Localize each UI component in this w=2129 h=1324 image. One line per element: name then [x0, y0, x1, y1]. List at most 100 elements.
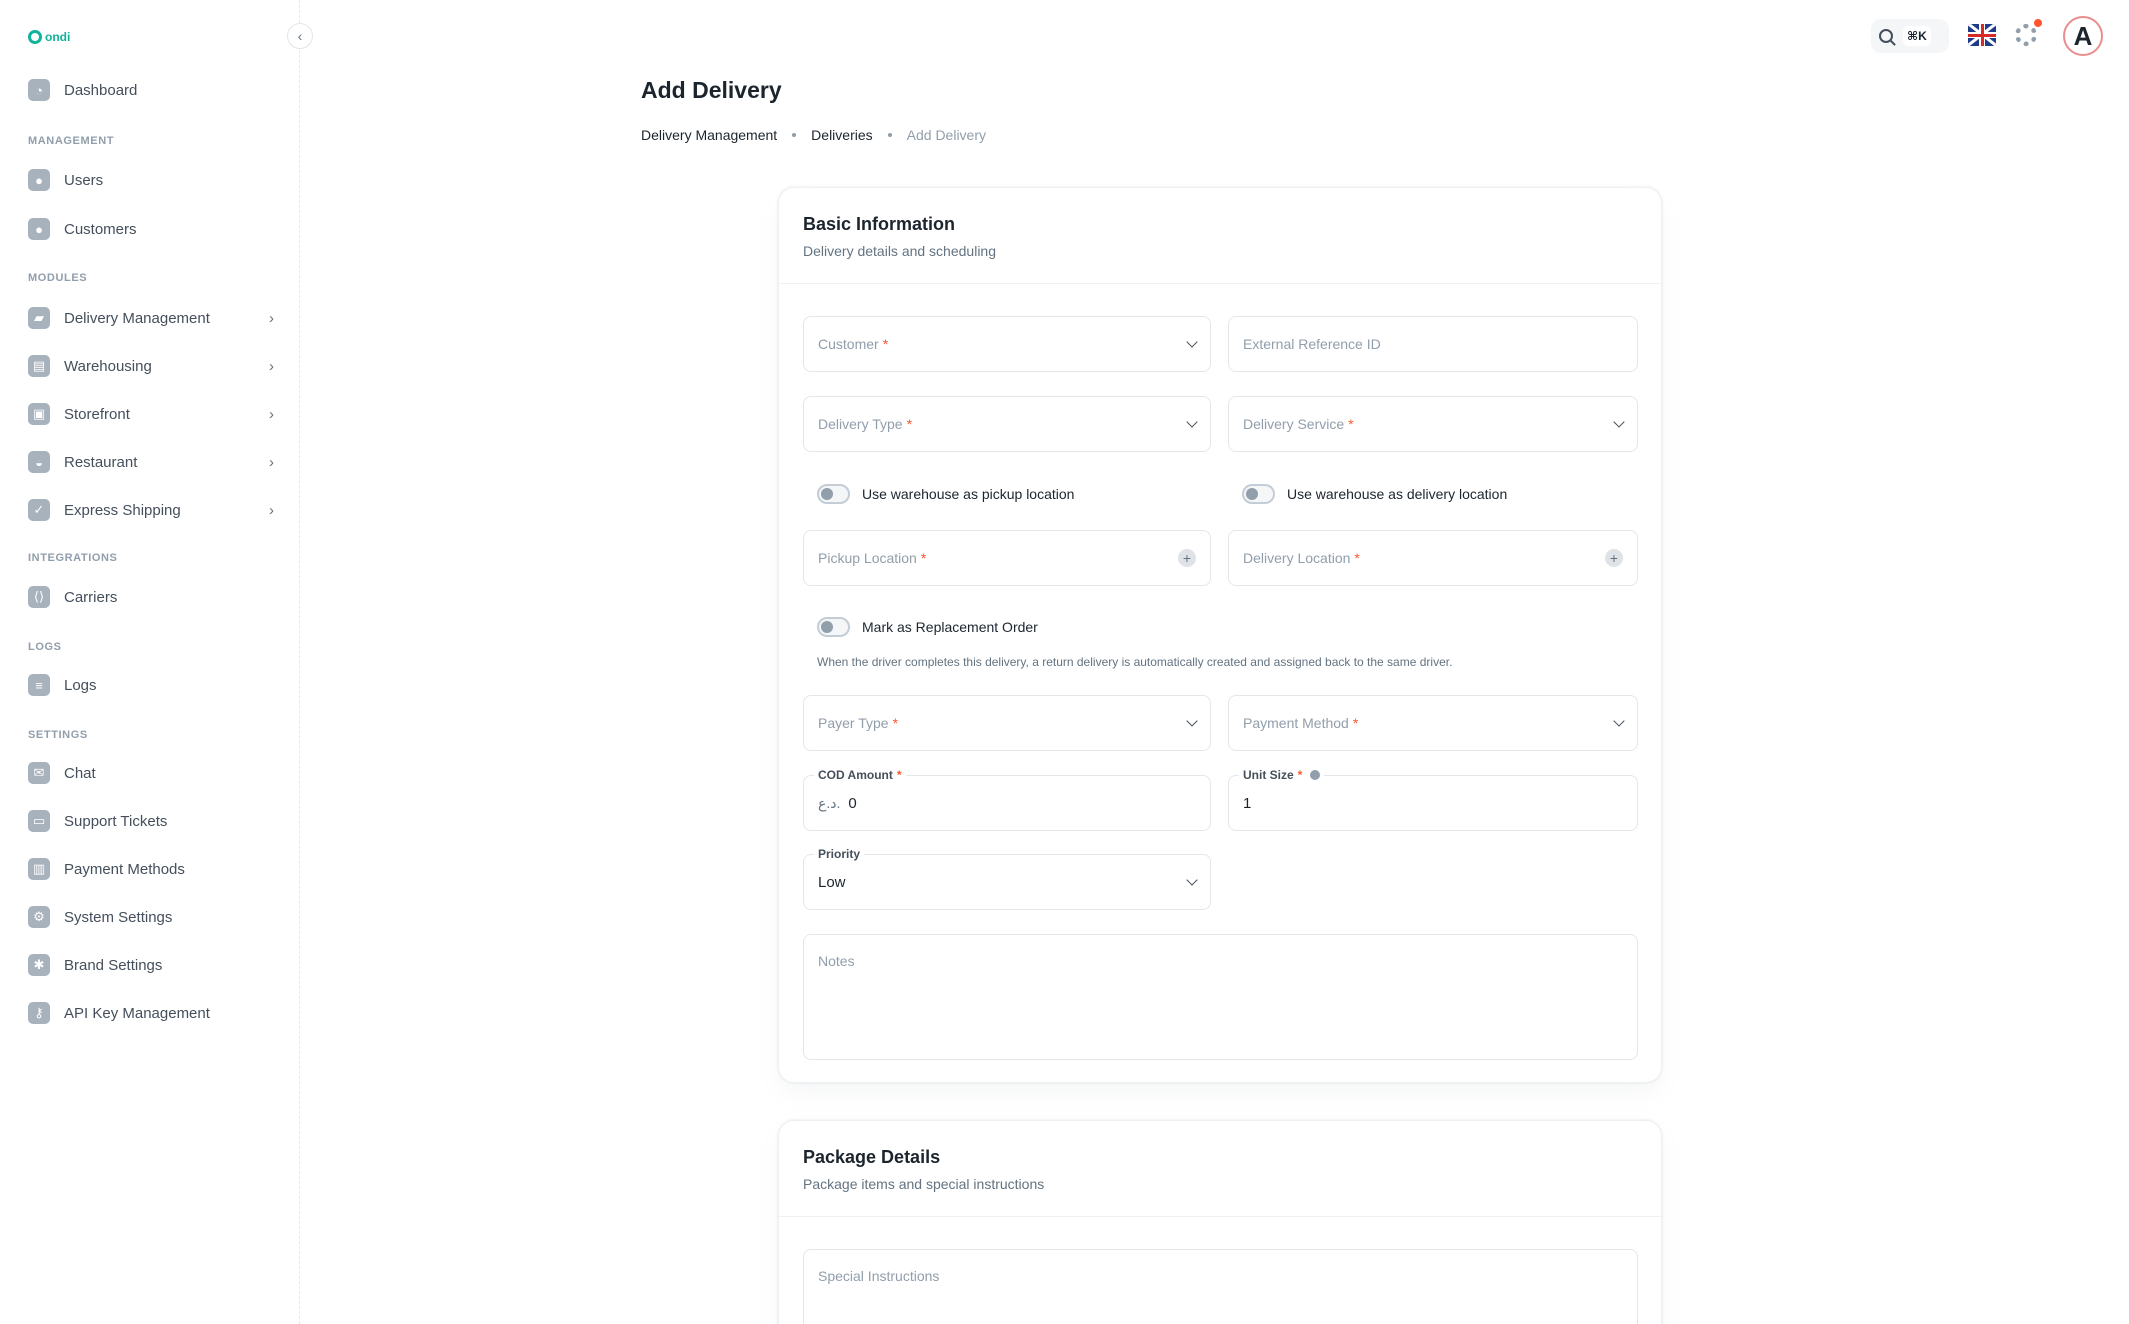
warehouse-delivery-toggle-label: Use warehouse as delivery location: [1287, 486, 1508, 502]
currency-prefix: د.ع.: [818, 794, 841, 811]
delivery-type-select[interactable]: Delivery Type *: [803, 396, 1211, 452]
cod-amount-label: COD Amount *: [814, 768, 906, 782]
customer-label: Customer: [818, 336, 879, 352]
breadcrumb-separator: [887, 133, 892, 137]
cod-amount-input[interactable]: COD Amount * د.ع. 0: [803, 768, 1211, 831]
search-icon: [1879, 29, 1893, 43]
sidebar-item-label: Dashboard: [64, 81, 138, 99]
sidebar-item-delivery-management[interactable]: ▰ Delivery Management ›: [20, 296, 282, 340]
external-reference-id-input[interactable]: External Reference ID: [1228, 316, 1638, 372]
breadcrumb-separator: [792, 133, 797, 137]
user-icon: ●: [28, 169, 50, 191]
add-location-icon[interactable]: +: [1178, 549, 1196, 567]
sidebar-item-label: Chat: [64, 764, 96, 782]
pickup-location-input[interactable]: Pickup Location * +: [803, 530, 1211, 586]
required-mark: *: [892, 715, 899, 731]
search-button[interactable]: ⌘K: [1871, 19, 1949, 53]
sidebar-item-payment-methods[interactable]: ▥ Payment Methods: [20, 847, 282, 891]
chevron-left-icon: ‹: [297, 28, 303, 44]
breadcrumb: Delivery Management Deliveries Add Deliv…: [641, 127, 986, 143]
payment-method-label: Payment Method: [1243, 715, 1349, 731]
unit-size-input[interactable]: Unit Size * 1: [1228, 768, 1638, 831]
sidebar-item-warehousing[interactable]: ▤ Warehousing ›: [20, 344, 282, 388]
avatar[interactable]: A: [2063, 16, 2103, 56]
info-icon[interactable]: [1310, 770, 1321, 780]
unit-size-label: Unit Size *: [1239, 768, 1325, 782]
logo[interactable]: ondi: [28, 30, 70, 44]
breadcrumb-deliveries[interactable]: Deliveries: [811, 127, 872, 143]
section-title-modules: MODULES: [28, 272, 88, 284]
customers-icon: ●: [28, 218, 50, 240]
notes-placeholder: Notes: [818, 953, 855, 969]
sidebar-item-label: System Settings: [64, 908, 173, 926]
sidebar-item-support-tickets[interactable]: ▭ Support Tickets: [20, 799, 282, 843]
section-title-logs: LOGS: [28, 641, 62, 653]
sidebar-item-label: Warehousing: [64, 357, 152, 375]
priority-select[interactable]: Priority Low: [803, 847, 1211, 910]
sidebar-item-label: Users: [64, 171, 104, 189]
chevron-right-icon: ›: [269, 357, 274, 375]
restaurant-icon: ◒: [28, 451, 50, 473]
required-mark: *: [1348, 416, 1354, 432]
notes-textarea[interactable]: Notes: [803, 934, 1638, 1060]
sidebar-item-express-shipping[interactable]: ✓ Express Shipping ›: [20, 488, 282, 532]
warehouse-pickup-toggle-label: Use warehouse as pickup location: [862, 486, 1075, 502]
breadcrumb-delivery-management[interactable]: Delivery Management: [641, 127, 777, 143]
payer-type-select[interactable]: Payer Type *: [803, 695, 1211, 751]
sidebar-item-brand-settings[interactable]: ✱ Brand Settings: [20, 943, 282, 987]
sidebar-item-label: Restaurant: [64, 453, 138, 471]
section-title-management: MANAGEMENT: [28, 135, 115, 147]
sidebar-item-dashboard[interactable]: ◔ Dashboard: [20, 68, 282, 112]
warehouse-delivery-toggle-row: Use warehouse as delivery location: [1242, 484, 1507, 504]
sidebar-item-chat[interactable]: ✉ Chat: [20, 751, 282, 795]
sidebar-item-users[interactable]: ● Users: [20, 158, 282, 202]
search-shortcut: ⌘K: [1903, 26, 1931, 46]
chevron-right-icon: ›: [269, 453, 274, 471]
warehouse-pickup-toggle-row: Use warehouse as pickup location: [817, 484, 1074, 504]
chat-icon: ✉: [28, 762, 50, 784]
sidebar-item-label: Payment Methods: [64, 860, 185, 878]
breadcrumb-current: Add Delivery: [906, 127, 987, 143]
cod-amount-value: 0: [848, 794, 857, 812]
sidebar-item-logs[interactable]: ≡ Logs: [20, 663, 282, 707]
warehouse-delivery-toggle[interactable]: [1242, 484, 1275, 504]
dashboard-icon: ◔: [28, 79, 50, 101]
customer-select[interactable]: Customer *: [803, 316, 1211, 372]
section-title-settings: SETTINGS: [28, 729, 88, 741]
sidebar-item-customers[interactable]: ● Customers: [20, 207, 282, 251]
chevron-down-icon: [1186, 715, 1198, 727]
replacement-order-helper-text: When the driver completes this delivery,…: [817, 655, 1453, 669]
sidebar-item-system-settings[interactable]: ⚙ System Settings: [20, 895, 282, 939]
user-gear-icon: ⚙: [28, 906, 50, 928]
replacement-order-toggle[interactable]: [817, 617, 850, 637]
sidebar-item-api-key-management[interactable]: ⚷ API Key Management: [20, 991, 282, 1035]
basic-information-card: Basic Information Delivery details and s…: [778, 187, 1662, 1083]
logo-mark-icon: [28, 30, 42, 44]
unit-size-value: 1: [1243, 794, 1252, 812]
delivery-location-input[interactable]: Delivery Location * +: [1228, 530, 1638, 586]
card-subtitle: Delivery details and scheduling: [803, 243, 996, 259]
card-header: Package Details Package items and specia…: [779, 1121, 1661, 1217]
sidebar-collapse-button[interactable]: ‹: [287, 23, 313, 49]
sidebar-item-storefront[interactable]: ▣ Storefront ›: [20, 392, 282, 436]
warehouse-pickup-toggle[interactable]: [817, 484, 850, 504]
settings-gear-icon[interactable]: [2015, 24, 2037, 46]
delivery-service-select[interactable]: Delivery Service *: [1228, 396, 1638, 452]
sidebar-item-label: Customers: [64, 220, 137, 238]
sidebar-item-carriers[interactable]: ⟨⟩ Carriers: [20, 575, 282, 619]
required-mark: *: [920, 550, 927, 566]
add-location-icon[interactable]: +: [1605, 549, 1623, 567]
payment-method-select[interactable]: Payment Method *: [1228, 695, 1638, 751]
card-header: Basic Information Delivery details and s…: [779, 188, 1661, 284]
app-root: ondi ◔ Dashboard MANAGEMENT ● Users ● Cu…: [0, 0, 2129, 1324]
pickup-location-label: Pickup Location: [818, 550, 917, 566]
replacement-order-toggle-row: Mark as Replacement Order: [817, 617, 1038, 637]
language-flag-icon[interactable]: [1968, 24, 1996, 46]
special-instructions-textarea[interactable]: Special Instructions: [803, 1249, 1638, 1324]
chevron-right-icon: ›: [269, 501, 274, 519]
required-mark: *: [1352, 715, 1359, 731]
bank-icon: ▥: [28, 858, 50, 880]
unit-size-label-text: Unit Size: [1243, 768, 1294, 782]
sidebar-item-restaurant[interactable]: ◒ Restaurant ›: [20, 440, 282, 484]
package-check-icon: ✓: [28, 499, 50, 521]
